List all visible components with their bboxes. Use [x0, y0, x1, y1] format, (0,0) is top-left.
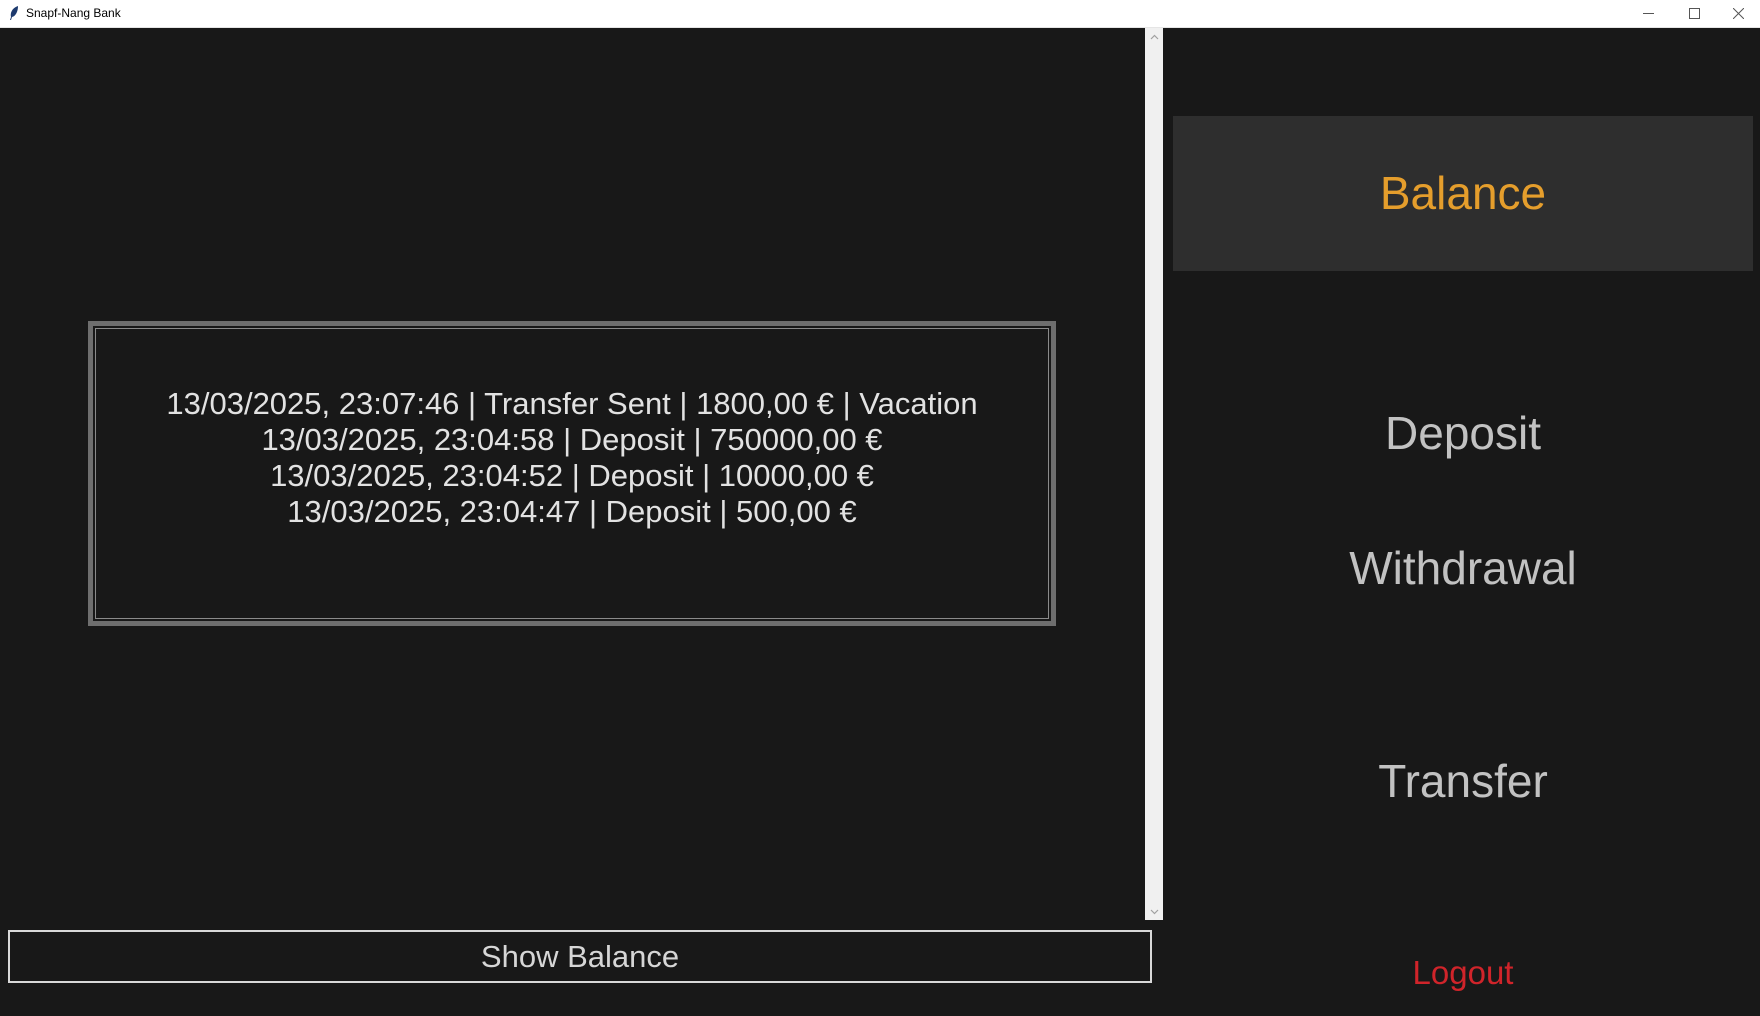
minimize-icon	[1642, 13, 1654, 14]
sidebar-item-transfer[interactable]: Transfer	[1173, 746, 1753, 816]
transaction-line: 13/03/2025, 23:04:58 | Deposit | 750000,…	[261, 422, 883, 457]
transaction-line: 13/03/2025, 23:07:46 | Transfer Sent | 1…	[166, 386, 978, 421]
transaction-line: 13/03/2025, 23:04:52 | Deposit | 10000,0…	[270, 458, 874, 493]
chevron-down-icon	[1150, 909, 1158, 914]
close-button[interactable]	[1716, 0, 1760, 27]
minimize-button[interactable]	[1626, 0, 1670, 27]
scroll-up-button[interactable]	[1145, 28, 1163, 45]
maximize-icon	[1688, 8, 1700, 19]
window-title: Snapf-Nang Bank	[26, 6, 121, 20]
title-bar: Snapf-Nang Bank	[0, 0, 1760, 28]
scroll-down-button[interactable]	[1145, 903, 1163, 920]
feather-icon	[8, 5, 20, 21]
chevron-up-icon	[1150, 34, 1158, 39]
transaction-list: 13/03/2025, 23:07:46 | Transfer Sent | 1…	[93, 386, 1051, 530]
sidebar-item-deposit[interactable]: Deposit	[1173, 398, 1753, 468]
sidebar: Balance Deposit Withdrawal Transfer Logo…	[1163, 28, 1760, 1016]
vertical-scrollbar[interactable]	[1145, 28, 1163, 920]
show-balance-button[interactable]: Show Balance	[8, 930, 1152, 983]
logout-button[interactable]: Logout	[1173, 948, 1753, 998]
sidebar-item-balance[interactable]: Balance	[1173, 116, 1753, 271]
close-icon	[1732, 8, 1744, 19]
sidebar-item-withdrawal[interactable]: Withdrawal	[1173, 533, 1753, 603]
maximize-button[interactable]	[1672, 0, 1716, 27]
transaction-line: 13/03/2025, 23:04:47 | Deposit | 500,00 …	[287, 494, 857, 529]
transaction-history-panel: 13/03/2025, 23:07:46 | Transfer Sent | 1…	[88, 321, 1056, 626]
